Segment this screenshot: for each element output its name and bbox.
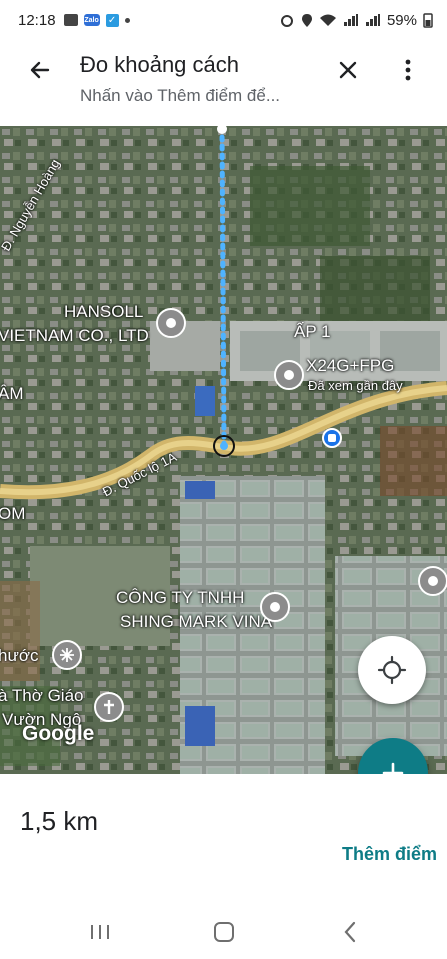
snowflake-icon	[60, 648, 74, 662]
label-cong-ty: CÔNG TY TNHH	[116, 588, 245, 607]
google-logo: Google	[22, 722, 95, 745]
total-distance: 1,5 km	[20, 806, 99, 836]
label-x24g: X24G+FPG	[306, 356, 395, 375]
system-nav-bar	[0, 904, 447, 959]
recents-button[interactable]	[80, 914, 120, 950]
wifi-icon	[319, 14, 336, 26]
battery-icon	[423, 13, 433, 28]
bus-stop-icon[interactable]	[322, 428, 342, 448]
label-recently-viewed: Đã xem gần đây	[308, 378, 403, 393]
check-icon: ✓	[105, 13, 119, 27]
notification-icons: Zalo ✓	[63, 13, 130, 27]
label-phuoc: hước	[0, 646, 39, 665]
label-hansoll: HANSOLL	[64, 302, 144, 321]
signal-icon	[343, 14, 358, 26]
add-point-button[interactable]: Thêm điểm	[342, 844, 437, 865]
my-location-icon	[377, 655, 407, 685]
nav-back-button[interactable]	[330, 914, 370, 950]
zalo-icon: Zalo	[83, 14, 100, 26]
gallery-icon	[63, 14, 78, 26]
app-bar: Đo khoảng cách Nhấn vào Thêm điểm để...	[0, 40, 447, 126]
close-button[interactable]	[330, 52, 366, 88]
label-om: OM	[0, 504, 26, 523]
back-button[interactable]	[22, 52, 58, 88]
place-pin-snowflake[interactable]	[52, 640, 82, 670]
location-icon	[301, 13, 312, 27]
place-pin-east[interactable]	[418, 566, 447, 596]
measurement-panel: 1,5 km Thêm điểm	[0, 774, 447, 904]
more-options-button[interactable]	[390, 52, 426, 88]
alarm-icon	[280, 15, 293, 27]
status-bar: 12:18 Zalo ✓ 59%	[0, 0, 447, 40]
back-arrow-icon	[30, 61, 50, 79]
place-pin-hansoll[interactable]	[156, 308, 186, 338]
home-button[interactable]	[204, 914, 244, 950]
page-title: Đo khoảng cách	[80, 52, 239, 77]
label-tho-giao: à Thờ Giáo	[0, 686, 84, 705]
route-start-point	[217, 126, 227, 134]
status-time: 12:18	[18, 11, 56, 29]
close-icon	[339, 61, 357, 79]
label-hansoll-vietnam: VIETNAM CO., LTD	[0, 326, 149, 345]
place-pin-shing-mark[interactable]	[260, 592, 290, 622]
recents-icon	[91, 925, 109, 939]
battery-level: 59%	[386, 11, 417, 29]
more-notifications-icon	[124, 17, 130, 23]
nav-back-icon	[344, 921, 356, 943]
label-shing-mark: SHING MARK VINA	[120, 612, 273, 631]
satellite-map[interactable]: Đ. Nguyễn Hoàng HANSOLL VIETNAM CO., LTD…	[0, 126, 447, 774]
place-pin-x24g[interactable]	[274, 360, 304, 390]
label-am: ÂM	[0, 384, 24, 403]
place-pin-church[interactable]	[94, 692, 124, 722]
my-location-button[interactable]	[358, 636, 426, 704]
label-ap1: ẤP 1	[294, 322, 331, 341]
home-icon	[214, 922, 234, 942]
signal-2-icon	[365, 14, 380, 26]
more-vert-icon	[405, 59, 411, 81]
page-subtitle: Nhấn vào Thêm điểm để...	[80, 86, 281, 105]
church-cross-icon	[104, 700, 114, 714]
